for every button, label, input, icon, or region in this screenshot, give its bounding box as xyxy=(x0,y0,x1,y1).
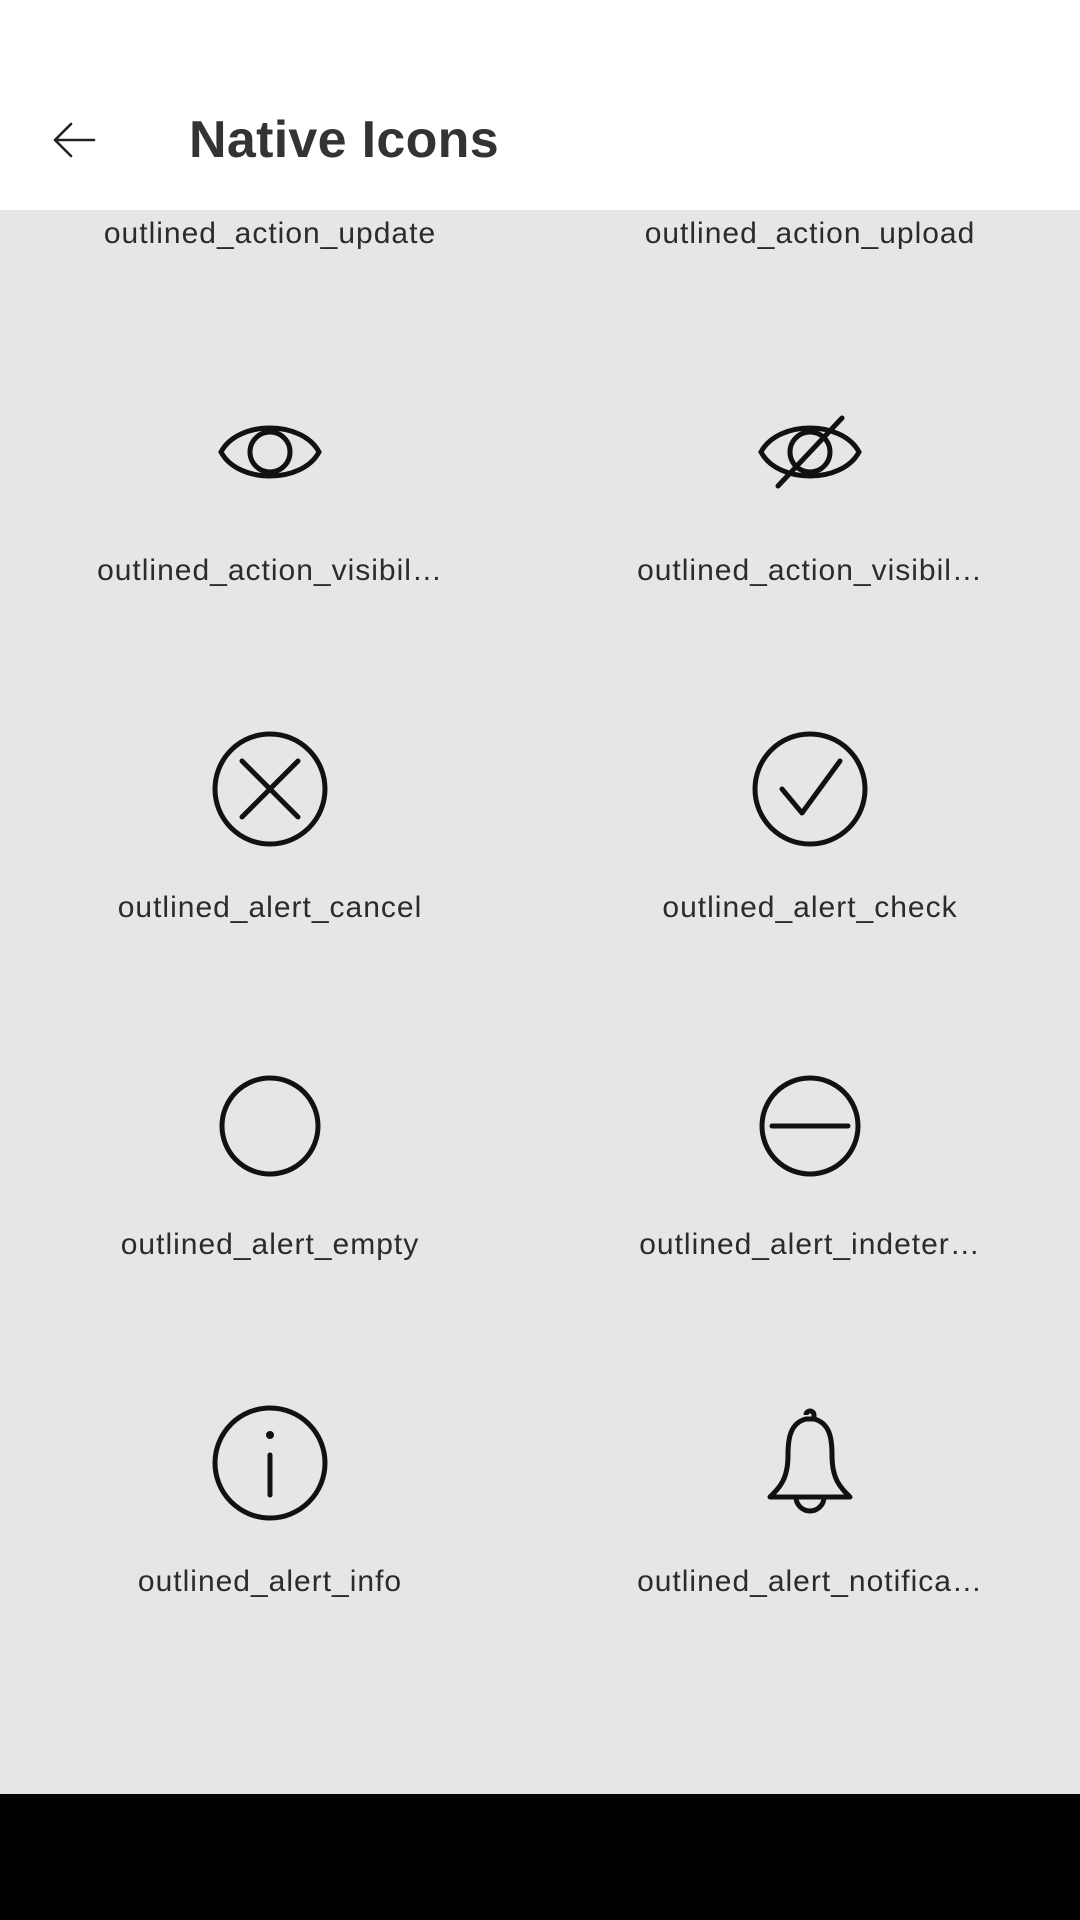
arrow-left-icon xyxy=(53,122,96,158)
icon-label: outlined_alert_indeter… xyxy=(639,1228,981,1261)
icon-cell-notification[interactable]: outlined_alert_notifica… xyxy=(540,1338,1080,1675)
page-title: Native Icons xyxy=(189,111,499,169)
icon-cell-check[interactable]: outlined_alert_check xyxy=(540,664,1080,1001)
app-bar: Native Icons xyxy=(0,70,1080,210)
bell-icon xyxy=(750,1403,870,1523)
indeterminate-circle-icon xyxy=(750,1066,870,1186)
icon-cell-upload[interactable]: outlined_action_upload xyxy=(540,210,1080,327)
eye-icon xyxy=(210,392,330,512)
icon-label: outlined_alert_empty xyxy=(120,1228,420,1261)
check-circle-icon xyxy=(750,729,870,849)
status-bar xyxy=(0,0,1080,70)
icon-cell-info[interactable]: outlined_alert_info xyxy=(0,1338,540,1675)
icon-label: outlined_action_visibil… xyxy=(97,554,443,587)
icon-cell-cancel[interactable]: outlined_alert_cancel xyxy=(0,664,540,1001)
icon-label: outlined_action_update xyxy=(103,217,437,250)
icon-cell-empty[interactable]: outlined_alert_empty xyxy=(0,1001,540,1338)
icon-grid-viewport[interactable]: outlined_action_update outlined_action_u… xyxy=(0,210,1080,1794)
icon-label: outlined_alert_cancel xyxy=(117,891,423,924)
icon-label: outlined_action_visibil… xyxy=(637,554,983,587)
info-circle-icon xyxy=(210,1403,330,1523)
icon-label: outlined_alert_check xyxy=(662,891,958,924)
eye-off-icon xyxy=(750,392,870,512)
icon-label: outlined_alert_info xyxy=(137,1565,403,1598)
icon-cell-visibility[interactable]: outlined_action_visibil… xyxy=(0,327,540,664)
icon-label: outlined_alert_notifica… xyxy=(637,1565,983,1598)
empty-circle-icon xyxy=(210,1066,330,1186)
icon-cell-visibility-off[interactable]: outlined_action_visibil… xyxy=(540,327,1080,664)
icon-cell-indeterminate[interactable]: outlined_alert_indeter… xyxy=(540,1001,1080,1338)
system-navigation-bar xyxy=(0,1794,1080,1920)
icon-label: outlined_action_upload xyxy=(644,217,976,250)
back-button[interactable] xyxy=(38,104,110,176)
icon-cell-update[interactable]: outlined_action_update xyxy=(0,210,540,327)
screen: Native Icons outlined_action_update outl… xyxy=(0,0,1080,1920)
cancel-circle-icon xyxy=(210,729,330,849)
